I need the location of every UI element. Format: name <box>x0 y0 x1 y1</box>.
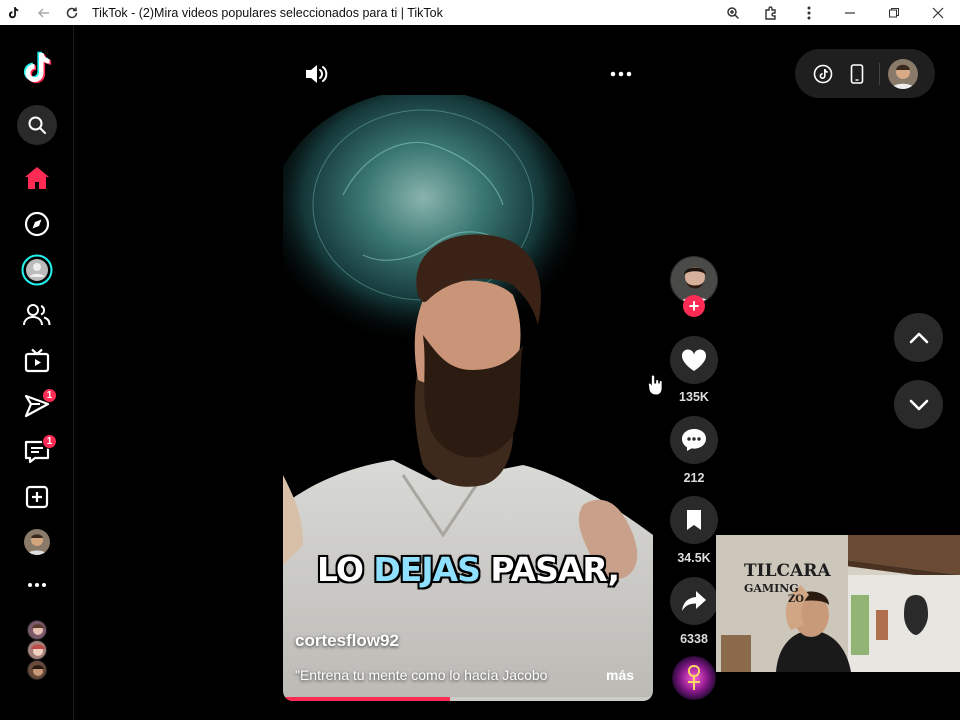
tiktok-logo[interactable] <box>22 51 52 85</box>
window-title: TikTok - (2)Mira videos populares selecc… <box>92 5 443 20</box>
close-icon[interactable] <box>916 1 960 25</box>
sidebar-item-search[interactable] <box>17 105 57 145</box>
sidebar-item-messages[interactable]: 1 <box>17 386 57 426</box>
follow-plus-button[interactable]: + <box>683 295 705 317</box>
heart-icon <box>681 349 707 371</box>
sidebar-item-home[interactable] <box>17 158 57 198</box>
sidebar-item-profile[interactable] <box>17 522 57 562</box>
description-more-link[interactable]: más <box>606 667 634 683</box>
following-account-avatar[interactable] <box>27 640 47 660</box>
sidebar-item-live[interactable] <box>17 250 57 290</box>
caption-text: PASAR, <box>479 550 620 589</box>
menu-kebab-icon[interactable] <box>790 1 828 25</box>
users-icon <box>23 304 51 326</box>
caption-text: LO <box>317 550 374 589</box>
following-account-avatar[interactable] <box>27 660 47 680</box>
music-disc[interactable] <box>672 656 716 700</box>
following-account-avatar[interactable] <box>27 620 47 640</box>
controls-divider <box>879 62 880 85</box>
compass-icon <box>24 211 50 237</box>
previous-video-button[interactable] <box>894 313 943 362</box>
share-button[interactable] <box>670 577 718 625</box>
volume-icon <box>306 65 328 83</box>
sidebar-item-live-tv[interactable] <box>17 341 57 381</box>
chevron-up-icon <box>909 332 928 343</box>
webcam-sign: TILCARA GAMING ZO <box>744 563 831 605</box>
next-video-button[interactable] <box>894 380 943 429</box>
profile-avatar <box>24 529 50 555</box>
plus-square-icon <box>25 485 49 509</box>
video-description: "Entrena tu mente como lo hacía Jacobo <box>295 667 548 683</box>
comment-icon <box>682 429 706 451</box>
webcam-overlay: TILCARA GAMING ZO <box>716 535 960 672</box>
video-progress-bar[interactable] <box>283 697 653 701</box>
video-player[interactable]: LO DEJAS PASAR, cortesflow92 "Entrena tu… <box>283 95 653 701</box>
live-avatar-icon <box>21 254 53 286</box>
caption-highlight: DEJAS <box>373 550 481 589</box>
tiktok-mode-button[interactable] <box>809 60 837 88</box>
sidebar-item-following[interactable] <box>17 295 57 335</box>
sidebar-item-upload[interactable] <box>17 477 57 517</box>
sign-line: TILCARA <box>744 561 831 581</box>
like-button[interactable] <box>670 336 718 384</box>
device-mode-button[interactable] <box>843 60 871 88</box>
volume-button[interactable] <box>302 60 330 88</box>
sidebar-item-activity[interactable]: 1 <box>17 432 57 472</box>
messages-badge: 1 <box>42 388 57 403</box>
tv-icon <box>24 348 50 373</box>
browser-titlebar: TikTok - (2)Mira videos populares selecc… <box>0 0 960 25</box>
more-horizontal-icon <box>610 71 632 77</box>
share-icon <box>682 591 706 611</box>
sign-line: ZO <box>788 594 805 605</box>
home-icon <box>25 167 49 189</box>
video-caption-overlay: LO DEJAS PASAR, <box>283 550 653 589</box>
more-horizontal-icon <box>28 583 46 587</box>
video-progress-fill <box>283 697 450 701</box>
like-count: 135K <box>679 390 709 404</box>
comment-button[interactable] <box>670 416 718 464</box>
save-button[interactable] <box>670 496 718 544</box>
back-arrow-icon[interactable] <box>32 1 56 25</box>
top-right-controls <box>795 49 935 98</box>
chevron-down-icon <box>909 399 928 410</box>
activity-badge: 1 <box>42 434 57 449</box>
account-avatar[interactable] <box>888 58 918 89</box>
video-more-button[interactable] <box>608 60 634 88</box>
extensions-icon[interactable] <box>752 1 790 25</box>
sidebar-item-more[interactable] <box>17 565 57 605</box>
sign-line: GAMING <box>744 582 799 595</box>
video-frame <box>283 95 653 701</box>
sidebar-item-explore[interactable] <box>17 204 57 244</box>
left-sidebar: 1 1 <box>0 25 74 720</box>
tiktok-circle-icon <box>813 64 833 83</box>
video-author[interactable]: cortesflow92 <box>295 631 399 651</box>
restore-icon[interactable] <box>872 1 916 25</box>
bookmark-icon <box>687 510 701 530</box>
phone-icon <box>850 63 864 84</box>
reload-icon[interactable] <box>60 1 84 25</box>
tiktok-app-icon <box>8 6 19 18</box>
zoom-icon[interactable] <box>714 1 752 25</box>
minimize-icon[interactable] <box>828 1 872 25</box>
search-icon <box>28 116 46 134</box>
comment-count: 212 <box>683 471 705 485</box>
